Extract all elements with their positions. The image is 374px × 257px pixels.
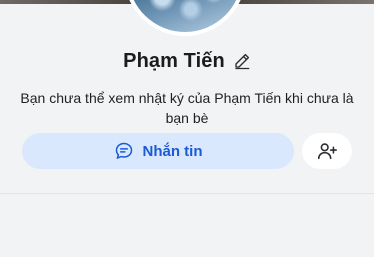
section-divider xyxy=(0,193,374,194)
chat-bubble-icon xyxy=(114,141,134,161)
message-button-label: Nhắn tin xyxy=(142,142,203,160)
profile-name: Phạm Tiến xyxy=(123,49,225,72)
pencil-icon[interactable] xyxy=(233,52,251,70)
message-button[interactable]: Nhắn tin xyxy=(22,133,294,169)
profile-name-row: Phạm Tiến xyxy=(0,46,374,76)
add-friend-icon xyxy=(316,140,338,162)
privacy-notice: Bạn chưa thể xem nhật ký của Phạm Tiến k… xyxy=(20,90,354,126)
avatar[interactable] xyxy=(124,0,246,36)
add-friend-button[interactable] xyxy=(302,133,352,169)
